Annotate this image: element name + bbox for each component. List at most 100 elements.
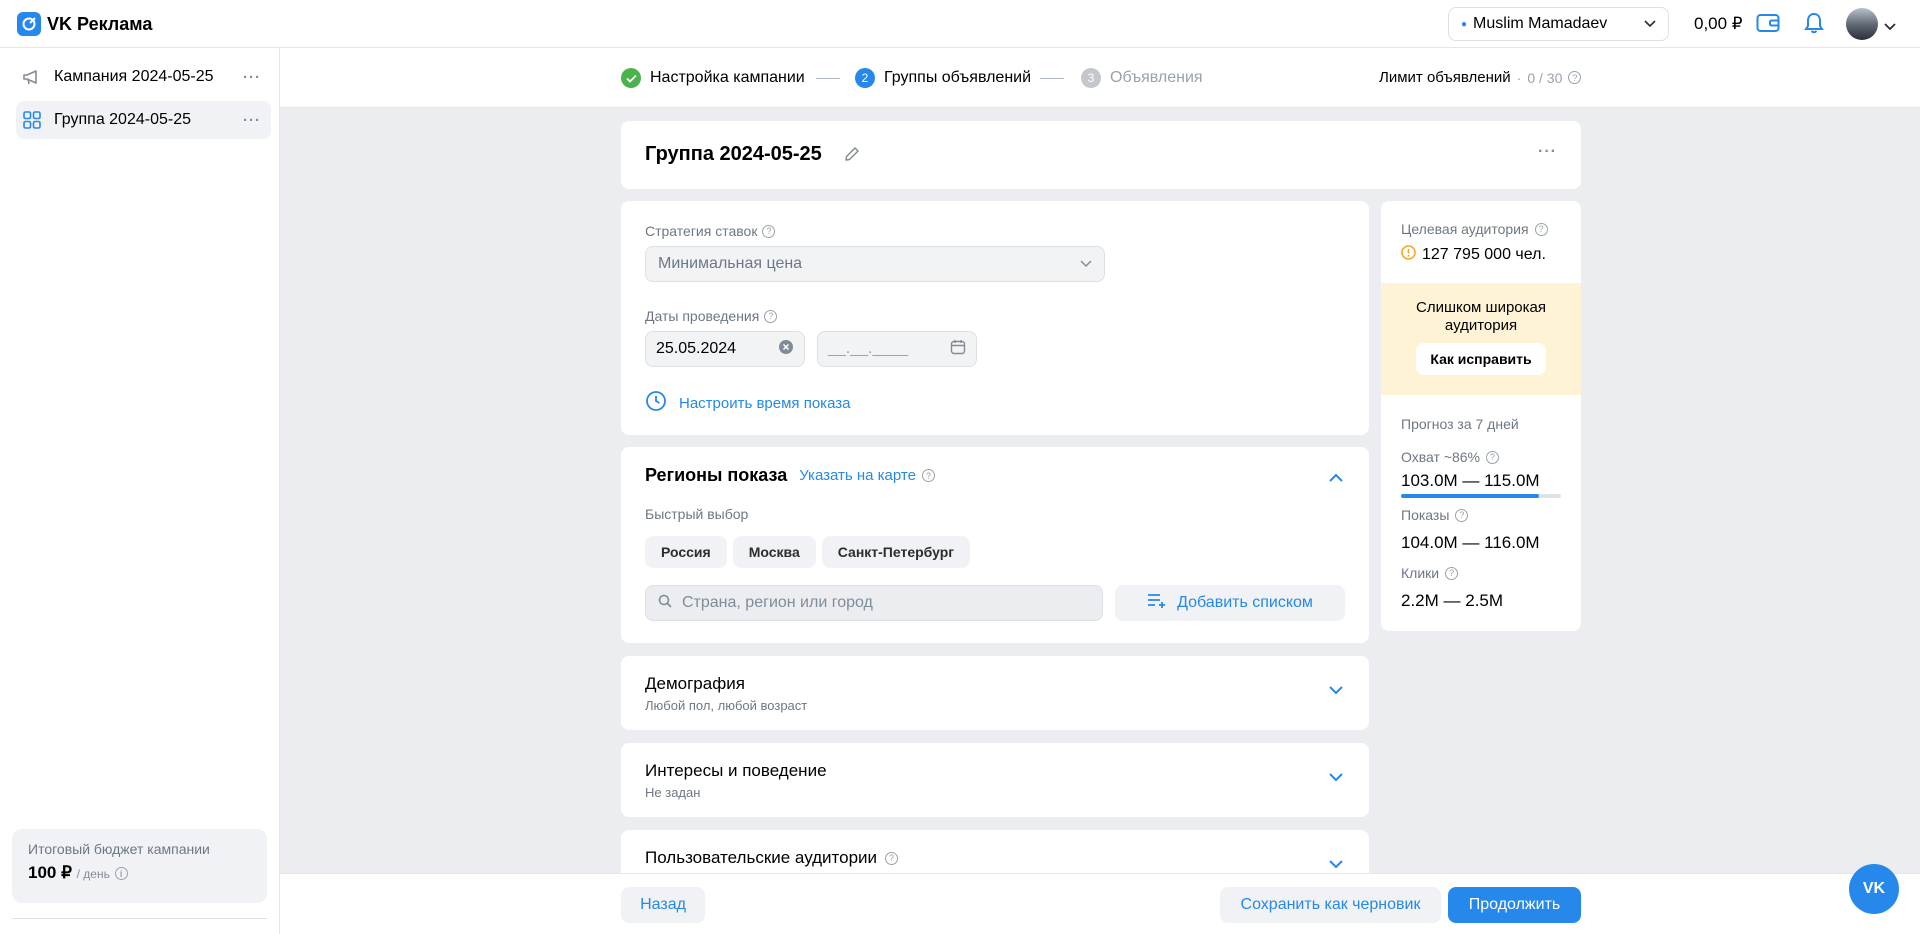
reach-bar-fill: [1401, 494, 1539, 498]
map-link[interactable]: Указать на карте: [799, 467, 916, 484]
campaign-budget: Итоговый бюджет кампании 100 ₽ / день i: [12, 829, 267, 903]
back-button[interactable]: Назад: [621, 887, 705, 923]
help-icon[interactable]: ?: [1445, 566, 1459, 580]
bottom-action-bar: Назад Сохранить как черновик Продолжить: [280, 873, 1920, 934]
help-icon[interactable]: ?: [1568, 71, 1582, 84]
chevron-down-icon: [1329, 856, 1343, 874]
chip-russia[interactable]: Россия: [645, 536, 727, 568]
pencil-icon[interactable]: [843, 145, 861, 168]
chevron-down-icon: [1329, 682, 1343, 700]
impressions-label: Показы ?: [1401, 507, 1469, 523]
megaphone-icon: [20, 68, 44, 86]
section-title: Пользовательские аудитории: [645, 848, 878, 867]
help-icon[interactable]: ?: [764, 309, 778, 323]
top-header: VK Реклама ● Muslim Mamadaev 0,00 ₽: [0, 0, 1920, 48]
bid-strategy-select[interactable]: Минимальная цена: [645, 246, 1105, 282]
ads-limit: Лимит объявлений · 0 / 30 ?: [1379, 69, 1582, 86]
budget-label: Итоговый бюджет кампании: [28, 841, 210, 857]
regions-header: Регионы показа Указать на карте ?: [645, 465, 935, 486]
info-icon[interactable]: i: [114, 867, 128, 881]
bell-icon[interactable]: [1804, 12, 1824, 39]
search-placeholder: Страна, регион или город: [682, 594, 873, 611]
vk-logo-icon: VK: [1862, 880, 1886, 897]
account-switcher[interactable]: ● Muslim Mamadaev: [1448, 7, 1669, 41]
clicks-value: 2.2M — 2.5M: [1401, 591, 1504, 610]
dates-label-text: Даты проведения: [645, 308, 760, 324]
more-icon[interactable]: ···: [243, 112, 261, 129]
group-title-card: Группа 2024-05-25 ···: [621, 121, 1581, 189]
logo[interactable]: VK Реклама: [17, 12, 152, 36]
continue-button[interactable]: Продолжить: [1448, 887, 1581, 923]
sidebar-item-label: Группа 2024-05-25: [54, 111, 191, 128]
dates-label: Даты проведения ?: [645, 308, 778, 324]
clicks-label-text: Клики: [1401, 565, 1440, 581]
warning-text: Слишком широкая аудитория: [1415, 299, 1546, 334]
chevron-up-icon[interactable]: [1329, 469, 1343, 487]
stepper: Настройка кампании 2 Группы объявлений 3…: [280, 48, 1920, 108]
help-icon[interactable]: ?: [762, 224, 776, 238]
warning-icon: [1401, 245, 1416, 265]
section-title: Демография: [645, 674, 745, 693]
end-date-placeholder: __.__.____: [828, 340, 909, 357]
audience-label-text: Целевая аудитория: [1401, 221, 1529, 237]
budget-value: 100 ₽ / день i: [28, 863, 251, 883]
help-icon[interactable]: ?: [885, 851, 899, 865]
more-icon[interactable]: ···: [243, 69, 261, 86]
step-ad-groups[interactable]: 2 Группы объявлений: [855, 68, 1031, 88]
chevron-down-icon[interactable]: [1884, 18, 1896, 36]
start-date-field[interactable]: 25.05.2024: [645, 331, 805, 367]
interests-section[interactable]: Интересы и поведение Не задан: [621, 743, 1369, 817]
limit-label: Лимит объявлений: [1379, 69, 1511, 86]
balance[interactable]: 0,00 ₽: [1694, 14, 1743, 34]
save-draft-button[interactable]: Сохранить как черновик: [1220, 887, 1441, 923]
section-title: Интересы и поведение: [645, 761, 827, 780]
step-divider: [816, 78, 840, 79]
user-icon: ●: [1461, 18, 1468, 30]
wallet-icon[interactable]: [1756, 12, 1780, 39]
step-label: Группы объявлений: [884, 69, 1032, 86]
settings-card: Стратегия ставок ? Минимальная цена Даты…: [621, 201, 1369, 435]
region-search-input[interactable]: Страна, регион или город: [645, 585, 1103, 621]
section-header: Пользовательские аудитории ?: [645, 848, 1345, 868]
chip-moscow[interactable]: Москва: [732, 536, 816, 568]
check-icon: [621, 68, 641, 88]
chevron-down-icon: [1329, 769, 1343, 787]
schedule-link-text: Настроить время показа: [679, 394, 851, 412]
reach-label: Охват ~86% ?: [1401, 449, 1499, 465]
end-date-field[interactable]: __.__.____: [817, 331, 977, 367]
impressions-value: 104.0M — 116.0M: [1401, 533, 1540, 552]
forecast-label: Прогноз за 7 дней: [1401, 416, 1519, 432]
quick-select-chips: Россия Москва Санкт-Петербург: [645, 536, 976, 568]
add-list-button[interactable]: Добавить списком: [1115, 585, 1345, 621]
sidebar-item-group[interactable]: Группа 2024-05-25 ···: [16, 101, 271, 139]
how-to-fix-button[interactable]: Как исправить: [1416, 343, 1546, 375]
help-icon[interactable]: ?: [921, 469, 935, 482]
sidebar: Кампания 2024-05-25 ··· Группа 2024-05-2…: [0, 48, 280, 934]
more-icon[interactable]: ···: [1538, 143, 1557, 161]
help-icon[interactable]: ?: [1486, 450, 1499, 464]
regions-card: Регионы показа Указать на карте ? Быстры…: [621, 447, 1369, 643]
chip-spb[interactable]: Санкт-Петербург: [821, 536, 971, 568]
help-icon[interactable]: ?: [1455, 508, 1469, 522]
reach-bar: [1401, 494, 1561, 498]
avatar[interactable]: [1846, 8, 1878, 40]
bid-strategy-label: Стратегия ставок ?: [645, 223, 776, 239]
help-icon[interactable]: ?: [1534, 222, 1548, 236]
step-ads[interactable]: 3 Объявления: [1081, 68, 1203, 88]
clear-icon[interactable]: [778, 339, 794, 360]
sidebar-item-label: Кампания 2024-05-25: [54, 68, 214, 85]
calendar-icon[interactable]: [950, 339, 966, 360]
sidebar-item-campaign[interactable]: Кампания 2024-05-25 ···: [16, 58, 271, 96]
budget-period: / день: [76, 867, 110, 881]
impressions-label-text: Показы: [1401, 507, 1450, 523]
budget-amount: 100 ₽: [28, 863, 72, 882]
schedule-link[interactable]: Настроить время показа: [645, 390, 850, 416]
limit-value: 0 / 30: [1527, 69, 1563, 86]
clock-icon: [645, 390, 667, 416]
audience-size: 127 795 000 чел.: [1401, 245, 1546, 265]
clicks-label: Клики ?: [1401, 565, 1459, 581]
step-campaign-settings[interactable]: Настройка кампании: [621, 68, 805, 88]
list-add-icon: [1147, 593, 1167, 614]
vk-chat-button[interactable]: VK: [1849, 864, 1899, 914]
demography-section[interactable]: Демография Любой пол, любой возраст: [621, 656, 1369, 730]
